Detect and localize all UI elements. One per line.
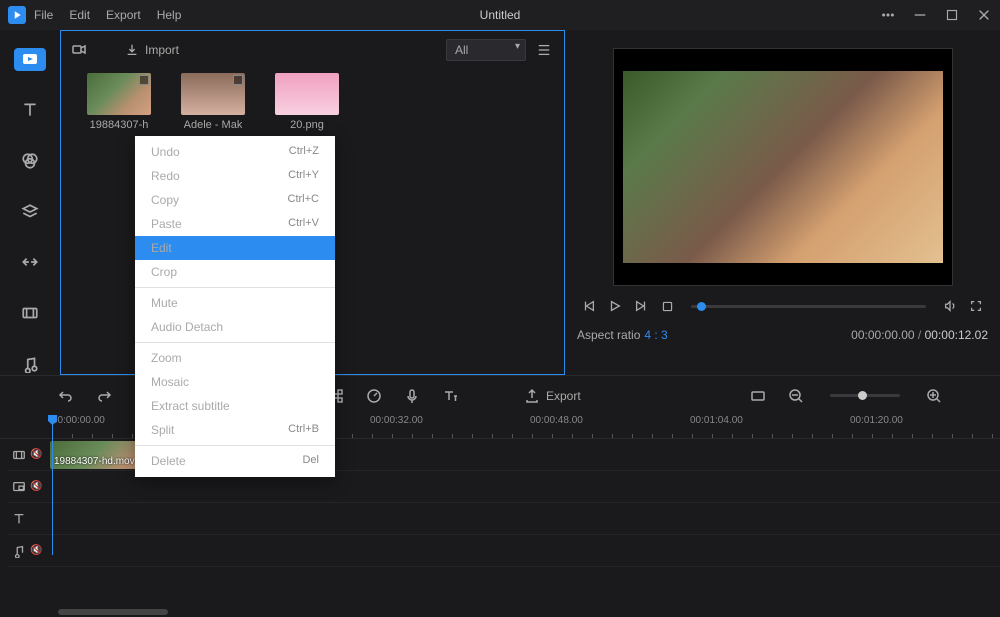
- mute-icon[interactable]: 🔇: [30, 545, 46, 556]
- text-track-icon: [8, 512, 30, 526]
- export-button[interactable]: Export: [524, 386, 581, 406]
- import-button[interactable]: Import: [125, 43, 179, 57]
- overlay-tab[interactable]: [18, 200, 42, 223]
- context-menu-item[interactable]: UndoCtrl+Z: [135, 140, 335, 164]
- menu-export[interactable]: Export: [106, 8, 141, 22]
- app-logo-icon: [8, 6, 26, 24]
- fit-icon[interactable]: [748, 386, 768, 406]
- media-thumb[interactable]: 20.png: [275, 73, 339, 131]
- fullscreen-icon[interactable]: [968, 298, 984, 314]
- ruler-tick: 00:00:48.00: [530, 415, 583, 426]
- volume-icon[interactable]: [942, 298, 958, 314]
- voice-icon[interactable]: [402, 386, 422, 406]
- horizontal-scrollbar[interactable]: [0, 607, 1000, 617]
- text-track[interactable]: [8, 503, 1000, 535]
- context-menu-item[interactable]: PasteCtrl+V: [135, 212, 335, 236]
- preview-image: [623, 71, 943, 263]
- settings-icon[interactable]: [880, 7, 896, 23]
- mute-icon[interactable]: 🔇: [30, 481, 46, 492]
- minimize-button[interactable]: [912, 7, 928, 23]
- undo-icon[interactable]: [56, 386, 76, 406]
- menu-help[interactable]: Help: [157, 8, 182, 22]
- window-title: Untitled: [480, 8, 521, 22]
- media-thumb[interactable]: 19884307-h: [87, 73, 151, 131]
- thumb-name: 20.png: [290, 119, 324, 131]
- maximize-button[interactable]: [944, 7, 960, 23]
- side-tabs: [0, 30, 60, 375]
- context-menu-item[interactable]: CopyCtrl+C: [135, 188, 335, 212]
- filter-select[interactable]: All: [446, 39, 526, 61]
- preview-frame: [613, 48, 953, 286]
- context-menu-item[interactable]: RedoCtrl+Y: [135, 164, 335, 188]
- context-menu-item[interactable]: DeleteDel: [135, 449, 335, 473]
- context-menu: UndoCtrl+ZRedoCtrl+YCopyCtrl+CPasteCtrl+…: [135, 136, 335, 477]
- ruler-tick: 00:00:32.00: [370, 415, 423, 426]
- list-view-icon[interactable]: [536, 43, 554, 57]
- text-tab[interactable]: [18, 99, 42, 122]
- context-menu-item[interactable]: Crop: [135, 260, 335, 284]
- zoom-slider[interactable]: [830, 394, 900, 397]
- context-menu-item: Extract subtitle: [135, 394, 335, 418]
- redo-icon[interactable]: [94, 386, 114, 406]
- pip-track-icon: [8, 480, 30, 494]
- next-frame-button[interactable]: [633, 298, 649, 314]
- play-button[interactable]: [607, 298, 623, 314]
- context-menu-item: Mute: [135, 291, 335, 315]
- context-menu-item[interactable]: Mosaic: [135, 370, 335, 394]
- preview-seek-slider[interactable]: [691, 305, 926, 308]
- title-bar: File Edit Export Help Untitled: [0, 0, 1000, 30]
- playhead[interactable]: [52, 415, 53, 555]
- text-tool-icon[interactable]: [440, 386, 460, 406]
- main-menu: File Edit Export Help: [34, 8, 181, 22]
- thumb-name: Adele - Mak: [184, 119, 243, 131]
- music-tab[interactable]: [18, 352, 42, 375]
- audio-track[interactable]: 🔇: [8, 535, 1000, 567]
- ruler-tick: 00:01:20.00: [850, 415, 903, 426]
- mute-icon[interactable]: 🔇: [30, 449, 46, 460]
- import-label: Import: [145, 43, 179, 57]
- close-button[interactable]: [976, 7, 992, 23]
- thumb-name: 19884307-h: [90, 119, 149, 131]
- media-thumb[interactable]: Adele - Mak: [181, 73, 245, 131]
- filter-tab[interactable]: [18, 149, 42, 172]
- context-menu-item[interactable]: Zoom: [135, 346, 335, 370]
- context-menu-item: SplitCtrl+B: [135, 418, 335, 442]
- aspect-ratio-label: Aspect ratio4 : 3: [577, 328, 668, 342]
- zoom-out-icon[interactable]: [786, 386, 806, 406]
- zoom-in-icon[interactable]: [924, 386, 944, 406]
- context-menu-item[interactable]: Edit: [135, 236, 335, 260]
- stop-button[interactable]: [659, 298, 675, 314]
- ruler-tick: 00:01:04.00: [690, 415, 743, 426]
- element-tab[interactable]: [18, 302, 42, 325]
- camera-icon[interactable]: [71, 41, 87, 60]
- audio-track-icon: [8, 544, 30, 558]
- ruler-tick: 00:00:00.00: [52, 415, 105, 426]
- aspect-ratio-value[interactable]: 4 : 3: [644, 328, 667, 342]
- context-menu-item: Audio Detach: [135, 315, 335, 339]
- timecode: 00:00:00.00 / 00:00:12.02: [851, 328, 988, 342]
- media-tab[interactable]: [14, 48, 46, 71]
- speed-icon[interactable]: [364, 386, 384, 406]
- preview-panel: Aspect ratio4 : 3 00:00:00.00 / 00:00:12…: [565, 30, 1000, 375]
- transition-tab[interactable]: [18, 251, 42, 274]
- prev-frame-button[interactable]: [581, 298, 597, 314]
- video-track-icon: [8, 448, 30, 462]
- menu-file[interactable]: File: [34, 8, 53, 22]
- menu-edit[interactable]: Edit: [69, 8, 90, 22]
